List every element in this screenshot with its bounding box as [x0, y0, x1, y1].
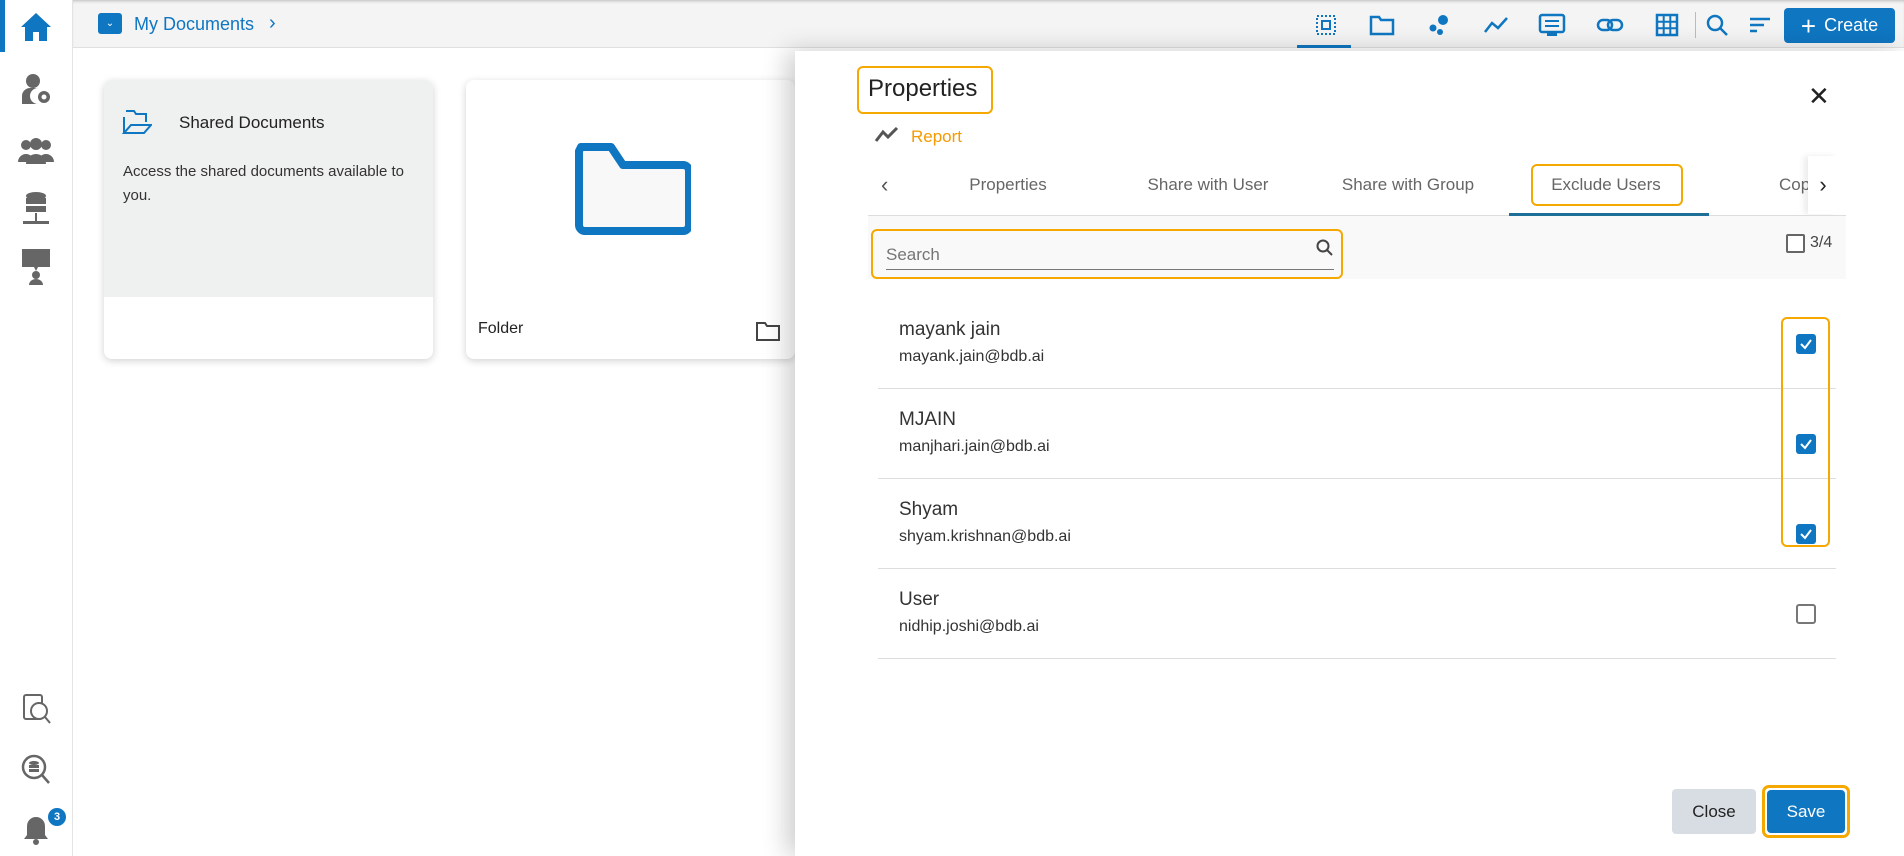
user-row: MJAIN manjhari.jain@bdb.ai [878, 389, 1836, 479]
report-line-icon [874, 125, 900, 148]
grid-table-icon[interactable] [1652, 10, 1682, 40]
sidebar: 3 [0, 0, 73, 856]
dashboard-icon[interactable] [1537, 10, 1567, 40]
user-name: MJAIN [899, 409, 956, 430]
active-indicator [0, 0, 5, 52]
groups-icon[interactable] [18, 133, 54, 169]
tab-properties[interactable]: Properties [969, 175, 1046, 195]
line-chart-icon[interactable] [1481, 10, 1511, 40]
breadcrumb-my-documents[interactable]: My Documents [134, 14, 254, 35]
card-description: Access the shared documents available to… [123, 163, 404, 204]
folder-card[interactable]: Folder [466, 80, 795, 359]
tab-share-with-user[interactable]: Share with User [1148, 175, 1269, 195]
bubble-chart-icon[interactable] [1424, 10, 1454, 40]
user-email: manjhari.jain@bdb.ai [899, 438, 1050, 455]
data-catalog-icon[interactable] [18, 691, 54, 727]
tabs-prev-arrow-icon[interactable]: ‹ [881, 172, 888, 198]
card-title: Shared Documents [179, 113, 325, 132]
panel-title: Properties [868, 75, 978, 102]
folder-filter-icon[interactable] [1367, 10, 1397, 40]
user-row: User nidhip.joshi@bdb.ai [878, 569, 1836, 659]
sort-icon[interactable] [1745, 10, 1775, 40]
user-name: mayank jain [899, 319, 1001, 340]
tabs-next-arrow-icon[interactable]: › [1808, 156, 1838, 214]
folder-large-icon [573, 143, 693, 240]
select-all-checkbox[interactable] [1786, 234, 1805, 253]
active-filter-underline [1297, 45, 1351, 48]
user-checkbox-unchecked[interactable] [1796, 604, 1816, 624]
tab-exclude-users[interactable]: Exclude Users [1551, 175, 1661, 195]
save-button[interactable]: Save [1767, 790, 1845, 833]
toolbar-divider [1695, 12, 1696, 38]
breadcrumb-chevron-icon: › [269, 12, 276, 34]
data-search-icon[interactable] [18, 752, 54, 788]
close-button[interactable]: Close [1672, 789, 1756, 834]
data-connectors-icon[interactable] [18, 191, 54, 227]
select-all-icon[interactable] [1311, 10, 1341, 40]
shared-folder-icon [121, 106, 154, 141]
user-email: nidhip.joshi@bdb.ai [899, 618, 1039, 635]
plus-icon: + [1800, 10, 1817, 41]
search-input[interactable] [886, 240, 1334, 270]
selected-count: 3/4 [1810, 234, 1833, 251]
notification-badge: 3 [48, 808, 66, 826]
user-email: mayank.jain@bdb.ai [899, 348, 1045, 365]
home-icon[interactable] [18, 9, 54, 45]
report-type-label: Report [911, 127, 963, 146]
link-icon[interactable] [1595, 10, 1625, 40]
user-row: Shyam shyam.krishnan@bdb.ai [878, 479, 1836, 569]
checkbox-highlight [1781, 317, 1830, 547]
user-name: Shyam [899, 499, 959, 520]
card-title: Folder [478, 320, 524, 337]
create-label: Create [1824, 15, 1879, 35]
folder-dropdown-icon[interactable]: ⌄ [98, 13, 122, 34]
close-panel-icon[interactable]: ✕ [1808, 83, 1830, 109]
search-input-icon [1316, 239, 1334, 262]
user-row: mayank jain mayank.jain@bdb.ai [878, 299, 1836, 389]
user-settings-icon[interactable] [18, 71, 54, 107]
folder-small-icon [755, 320, 781, 347]
top-bar: ⌄ My Documents › + Create [73, 0, 1904, 48]
search-icon[interactable] [1702, 10, 1732, 40]
presentation-icon[interactable] [18, 249, 54, 285]
create-button[interactable]: + Create [1784, 8, 1895, 43]
tab-share-with-group[interactable]: Share with Group [1342, 175, 1474, 195]
user-email: shyam.krishnan@bdb.ai [899, 528, 1071, 545]
shared-documents-card[interactable]: Shared Documents Access the shared docum… [104, 80, 433, 359]
tab-copy-partial[interactable]: Cop [1779, 175, 1808, 195]
user-name: User [899, 589, 940, 610]
